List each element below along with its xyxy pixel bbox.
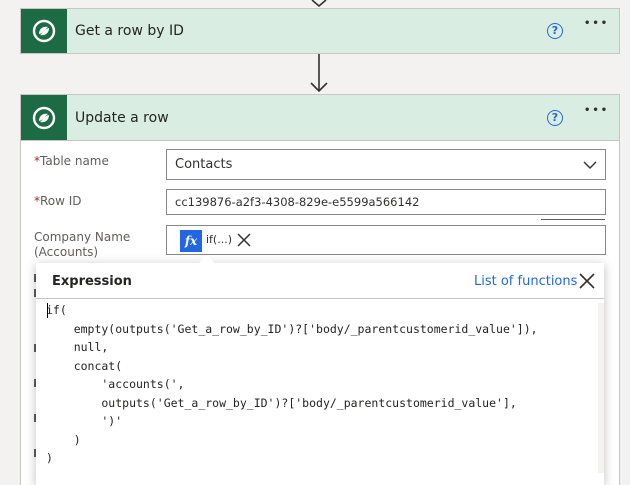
list-of-functions-link[interactable]: List of functions [474, 274, 577, 289]
table-name-value: Contacts [175, 157, 233, 172]
update-row-card-header[interactable]: Update a row ? ••• [21, 95, 619, 141]
more-options-icon[interactable]: ••• [584, 18, 609, 29]
popup-pointer [198, 255, 216, 264]
row-id-input[interactable]: cc139876-a2f3-4308-829e-e5599a566142 [166, 189, 606, 215]
help-icon[interactable]: ? [547, 23, 563, 39]
get-row-card[interactable]: Get a row by ID ? ••• [20, 8, 620, 54]
help-icon[interactable]: ? [547, 110, 563, 126]
table-name-label: *Table name [34, 154, 109, 168]
editor-scrollbar[interactable] [598, 303, 604, 473]
more-options-icon[interactable]: ••• [584, 105, 609, 116]
dataverse-logo-icon [21, 95, 67, 140]
close-icon[interactable] [579, 273, 595, 289]
company-name-label: Company Name (Accounts) [34, 230, 131, 259]
chevron-down-icon [583, 161, 597, 169]
expression-code: if( empty(outputs('Get_a_row_by_ID')?['b… [46, 303, 538, 465]
row-id-label: *Row ID [34, 194, 82, 208]
expression-popup[interactable]: Expression List of functions if( empty(o… [36, 255, 604, 485]
card-title: Get a row by ID [75, 23, 184, 39]
expression-title: Expression [52, 274, 132, 289]
card-title: Update a row [75, 110, 169, 126]
flow-arrow-middle [310, 54, 328, 93]
get-row-card-header[interactable]: Get a row by ID ? ••• [21, 9, 619, 53]
row-id-value: cc139876-a2f3-4308-829e-e5599a566142 [175, 195, 420, 209]
remove-token-icon[interactable] [236, 232, 252, 248]
expression-token-text[interactable]: if(...) [206, 226, 232, 253]
focus-underline [541, 219, 605, 220]
dataverse-logo-icon [21, 9, 67, 53]
expression-editor[interactable]: if( empty(outputs('Get_a_row_by_ID')?['b… [36, 299, 604, 485]
company-name-input[interactable]: fx if(...) [166, 225, 606, 255]
text-cursor [47, 303, 48, 318]
table-name-dropdown[interactable]: Contacts [166, 149, 606, 180]
fx-icon: fx [180, 230, 202, 252]
